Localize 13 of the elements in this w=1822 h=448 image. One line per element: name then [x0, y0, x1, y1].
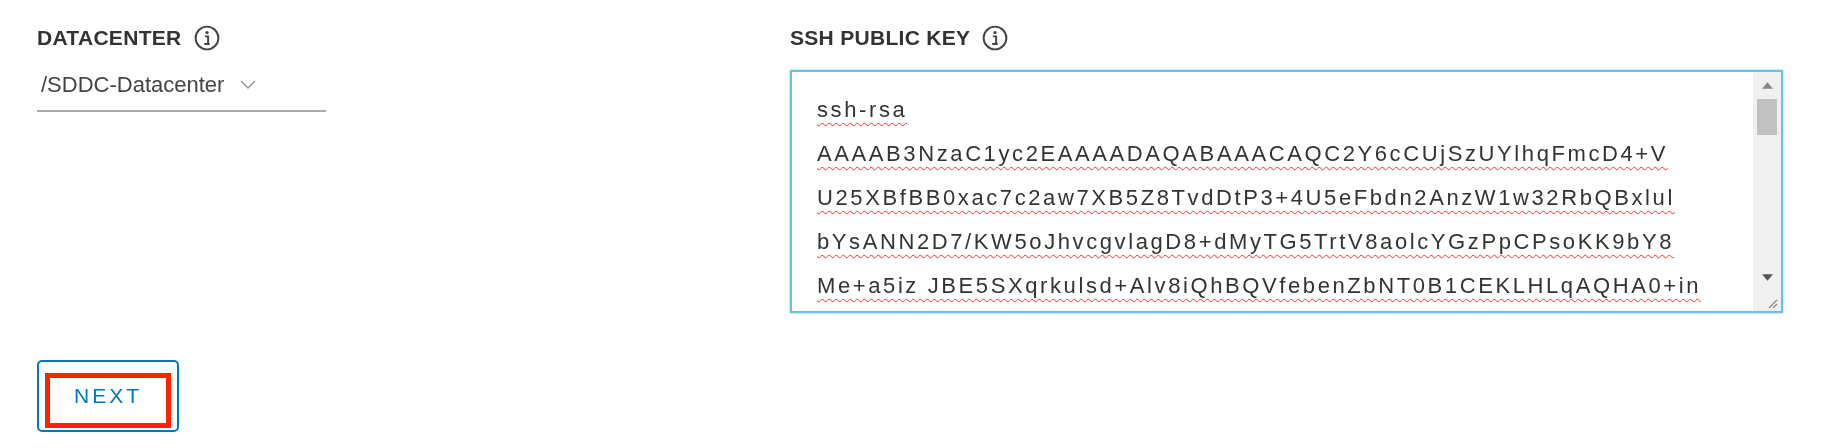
field-label: DATACENTER: [37, 26, 182, 50]
field-label: SSH PUBLIC KEY: [790, 26, 971, 50]
key-textarea[interactable]: ssh-rsa AAAAB3NzaC1yc2EAAAADAQABAAACAQC2Y6cCUjSzUYlhqFmcD4+V U25XBfBB0xac7c2aw7XB5Z8TvdDtP3+4U5eFbdn2AnzW1w32RbQBxlul bYsANN2D7/KW5oJhvcgvlagD8+dMyTG5TrtV8aolcYGzPpCPsoKK9bY8 Me+a5iz JBE5SXqrkulsd+Alv8iQhBQVfebenZbNT0B1CEKLHLqAQHA0+in: [790, 70, 1783, 313]
caret-icon: [240, 80, 257, 90]
info-icon[interactable]: [193, 25, 220, 51]
resize-grip-icon[interactable]: [1766, 297, 1778, 309]
next-button[interactable]: NEXT: [37, 360, 179, 432]
scroll-down-icon[interactable]: [1761, 274, 1773, 281]
scrollbar[interactable]: [1753, 72, 1781, 311]
scroll-thumb[interactable]: [1757, 99, 1777, 135]
info-icon[interactable]: [982, 25, 1009, 51]
scroll-up-icon[interactable]: [1761, 82, 1773, 89]
datacenter-select[interactable]: /SDDC-Datacenter: [37, 62, 326, 112]
